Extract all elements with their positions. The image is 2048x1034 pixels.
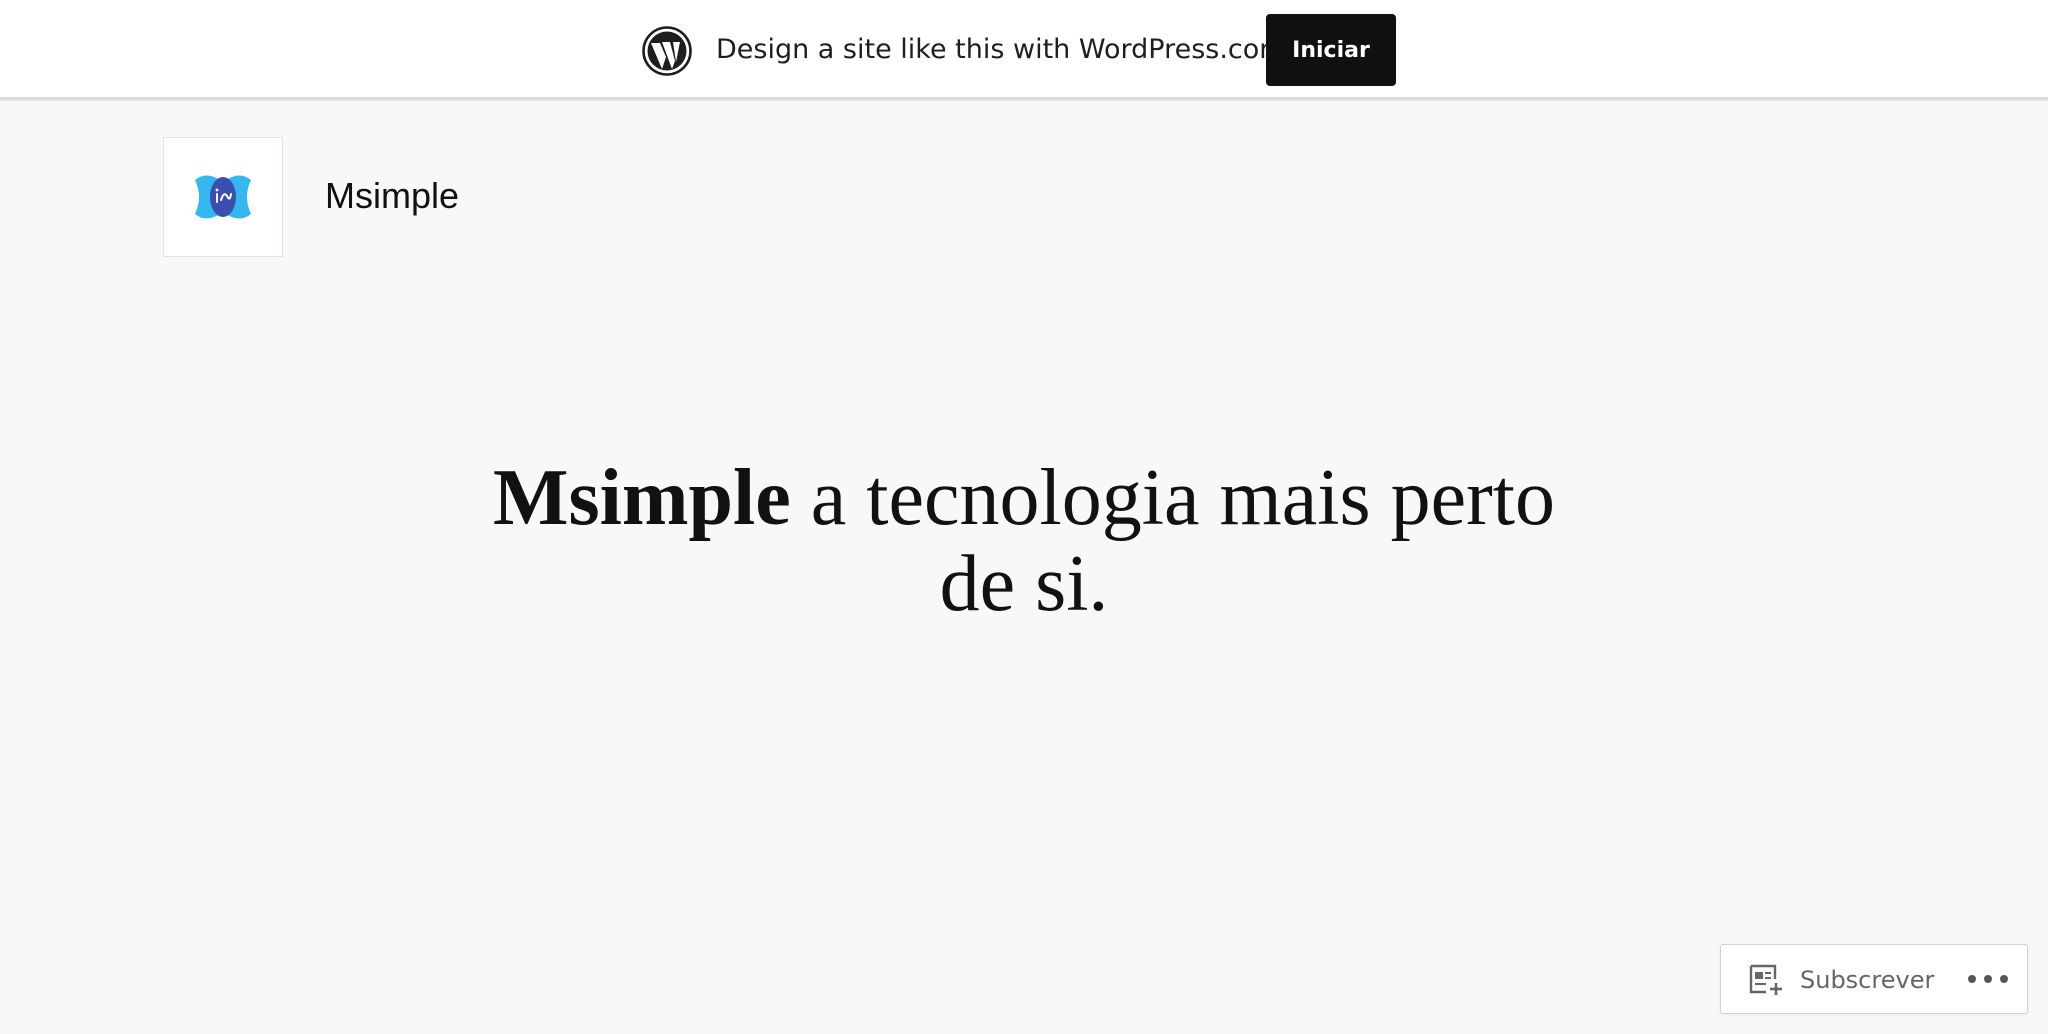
hero-heading: Msimple a tecnologia mais perto de si. bbox=[0, 455, 2048, 627]
hero-strong-text: Msimple bbox=[493, 454, 791, 542]
subscribe-bar: Subscrever bbox=[1720, 944, 2028, 1014]
hero-line-1-rest: a tecnologia mais perto bbox=[790, 454, 1555, 542]
subscribe-button[interactable]: Subscrever bbox=[1721, 945, 1941, 1013]
site-logo[interactable] bbox=[163, 137, 283, 257]
site-title[interactable]: Msimple bbox=[325, 172, 459, 220]
subscribe-reader-icon bbox=[1749, 964, 1782, 995]
msimple-logo-icon bbox=[195, 175, 251, 219]
ellipsis-icon[interactable] bbox=[1963, 963, 2013, 995]
hero-line-1: Msimple a tecnologia mais perto bbox=[493, 454, 1555, 542]
wordpress-logo-icon[interactable] bbox=[642, 26, 692, 76]
hero-line-2: de si. bbox=[939, 540, 1109, 628]
promo-text: Design a site like this with WordPress.c… bbox=[716, 34, 1286, 65]
subscribe-label: Subscrever bbox=[1800, 966, 1935, 994]
wordpress-promo-bar: Design a site like this with WordPress.c… bbox=[0, 0, 2048, 100]
iniciar-button[interactable]: Iniciar bbox=[1266, 14, 1396, 86]
